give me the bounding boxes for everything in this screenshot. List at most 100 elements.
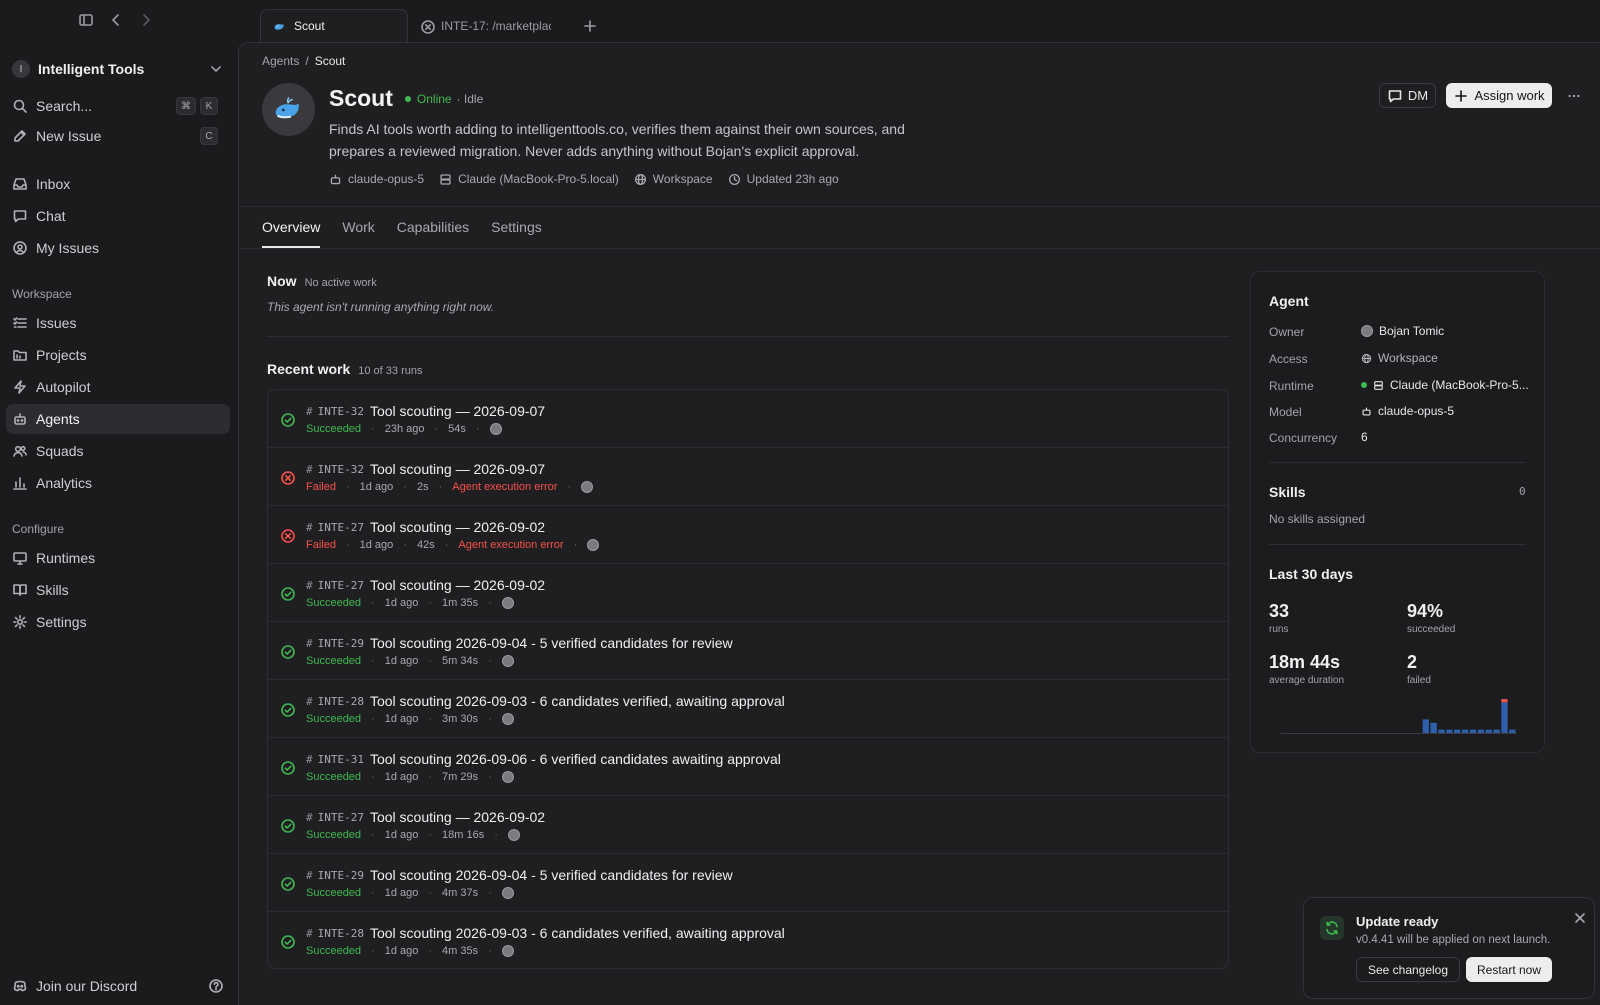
run-title: Tool scouting 2026-09-03 - 6 candidates … (369, 693, 785, 709)
discord-icon (13, 980, 27, 992)
tab-scout[interactable]: Scout (260, 9, 408, 42)
skills-heading: Skills (1269, 484, 1306, 500)
plus-icon (1455, 89, 1468, 102)
run-issue-id[interactable]: INTE-29 (318, 637, 364, 650)
close-circle-icon (420, 19, 435, 34)
plus-icon[interactable] (582, 18, 598, 34)
sidebar-item-inbox[interactable]: Inbox (6, 169, 230, 199)
search-icon (13, 99, 27, 113)
more-menu-button[interactable] (1564, 83, 1584, 108)
agent-info-card: Agent Owner Bojan Tomic Access Workspace… (1250, 271, 1545, 753)
run-row[interactable]: # INTE-27 Tool scouting — 2026-09-02 Succee… (268, 796, 1228, 854)
run-row[interactable]: # INTE-27 Tool scouting — 2026-09-02 Succee… (268, 564, 1228, 622)
back-icon[interactable] (108, 12, 124, 28)
sidebar-item-label: Agents (36, 411, 80, 427)
run-row[interactable]: # INTE-31 Tool scouting 2026-09-06 - 6 ver… (268, 738, 1228, 796)
run-age: 1d ago (384, 655, 419, 667)
run-row[interactable]: # INTE-32 Tool scouting — 2026-09-07 Failed… (268, 448, 1228, 506)
run-row[interactable]: # INTE-28 Tool scouting 2026-09-03 - 6 can… (268, 680, 1228, 738)
sidebar-item-my-issues[interactable]: My Issues (6, 233, 230, 263)
run-age: 1d ago (384, 597, 419, 609)
see-changelog-button[interactable]: See changelog (1356, 957, 1460, 982)
workspace-switcher[interactable]: I Intelligent Tools (12, 58, 224, 80)
sidebar-item-agents[interactable]: Agents (6, 404, 230, 434)
tab-strip: Scout INTE-17: /marketplac (236, 0, 1600, 42)
assign-work-button[interactable]: Assign work (1446, 83, 1552, 108)
clock-icon (728, 173, 740, 185)
restart-now-button[interactable]: Restart now (1466, 957, 1552, 982)
chart-bar-success (1461, 729, 1469, 733)
avatar (501, 597, 514, 609)
run-issue-id[interactable]: INTE-27 (318, 811, 364, 824)
tab-overview[interactable]: Overview (262, 219, 321, 248)
run-title-row: # INTE-27 Tool scouting — 2026-09-02 (306, 519, 545, 535)
run-issue-id[interactable]: INTE-28 (318, 695, 364, 708)
sidebar-toggle-icon[interactable] (78, 12, 94, 28)
run-issue-id[interactable]: INTE-32 (318, 463, 364, 476)
sidebar-item-projects[interactable]: Projects (6, 340, 230, 370)
run-row[interactable]: # INTE-28 Tool scouting 2026-09-03 - 6 can… (268, 912, 1228, 968)
sidebar: I Intelligent Tools Search... ⌘ K New Is… (0, 0, 236, 1005)
workspace-avatar: I (12, 60, 30, 78)
bot-icon (14, 413, 26, 425)
close-icon[interactable] (1572, 910, 1588, 926)
run-status: Succeeded (306, 829, 362, 841)
run-issue-id[interactable]: INTE-29 (318, 869, 364, 882)
agent-meta: claude-opus-5 Claude (MacBook-Pro-5.loca… (329, 172, 839, 186)
run-issue-id[interactable]: INTE-32 (318, 405, 364, 418)
search-button[interactable]: Search... ⌘ K (6, 91, 230, 121)
run-age: 1d ago (384, 713, 419, 725)
sidebar-item-runtimes[interactable]: Runtimes (6, 543, 230, 573)
run-issue-id[interactable]: INTE-31 (318, 753, 364, 766)
runs-stat: 33 (1269, 601, 1290, 621)
online-dot (404, 95, 411, 102)
update-toast: Update ready v0.4.41 will be applied on … (1303, 897, 1595, 999)
new-issue-label: New Issue (36, 128, 102, 144)
new-issue-button[interactable]: New Issue C (6, 121, 230, 151)
sidebar-item-analytics[interactable]: Analytics (6, 468, 230, 498)
tab-work[interactable]: Work (342, 219, 374, 248)
agent-description: Finds AI tools worth adding to intellige… (329, 121, 905, 159)
sidebar-item-squads[interactable]: Squads (6, 436, 230, 466)
forward-icon[interactable] (138, 12, 154, 28)
run-issue-id[interactable]: INTE-27 (318, 579, 364, 592)
runtime-value[interactable]: Claude (MacBook-Pro-5... (1361, 378, 1529, 392)
failed-stat: 2 (1407, 652, 1418, 672)
sidebar-item-autopilot[interactable]: Autopilot (6, 372, 230, 402)
help-icon[interactable] (208, 978, 232, 994)
run-title: Tool scouting — 2026-09-07 (369, 461, 546, 477)
success-stat-label: succeeded (1407, 624, 1456, 635)
run-status: Succeeded (306, 887, 362, 899)
sidebar-item-label: Runtimes (36, 550, 96, 566)
dm-button[interactable]: DM (1379, 83, 1436, 108)
run-duration: 2s (416, 481, 429, 493)
run-issue-id[interactable]: INTE-27 (318, 521, 364, 534)
run-details: Succeeded · 1d ago · 5m 34s · (306, 655, 514, 667)
separator-dot: · (488, 655, 492, 667)
run-status: Succeeded (306, 655, 362, 667)
discord-link[interactable]: Join our Discord (6, 976, 230, 996)
run-row[interactable]: # INTE-32 Tool scouting — 2026-09-07 Succee… (268, 390, 1228, 448)
recent-count: 10 of 33 runs (358, 365, 423, 377)
run-details: Succeeded · 23h ago · 54s · (306, 423, 502, 435)
tab-inte-17[interactable]: INTE-17: /marketplac (408, 9, 566, 42)
last-30-days-heading: Last 30 days (1269, 566, 1354, 582)
meta-runtime-text: Claude (MacBook-Pro-5.local) (458, 172, 619, 186)
sidebar-item-chat[interactable]: Chat (6, 201, 230, 231)
sidebar-item-settings[interactable]: Settings (6, 607, 230, 637)
run-title-row: # INTE-31 Tool scouting 2026-09-06 - 6 ver… (306, 751, 781, 767)
run-title: Tool scouting 2026-09-04 - 5 verified ca… (369, 635, 733, 651)
run-row[interactable]: # INTE-29 Tool scouting 2026-09-04 - 5 ver… (268, 854, 1228, 912)
tab-capabilities[interactable]: Capabilities (397, 219, 469, 248)
list-icon (13, 317, 27, 328)
owner-value[interactable]: Bojan Tomic (1361, 324, 1444, 338)
run-row[interactable]: # INTE-29 Tool scouting 2026-09-04 - 5 ver… (268, 622, 1228, 680)
run-row[interactable]: # INTE-27 Tool scouting — 2026-09-02 Failed… (268, 506, 1228, 564)
tab-settings[interactable]: Settings (491, 219, 542, 248)
book-icon (13, 584, 27, 596)
run-title-row: # INTE-28 Tool scouting 2026-09-03 - 6 can… (306, 925, 785, 941)
run-issue-id[interactable]: INTE-28 (318, 927, 364, 940)
breadcrumb-parent[interactable]: Agents (262, 54, 299, 68)
sidebar-item-issues[interactable]: Issues (6, 308, 230, 338)
sidebar-item-skills[interactable]: Skills (6, 575, 230, 605)
